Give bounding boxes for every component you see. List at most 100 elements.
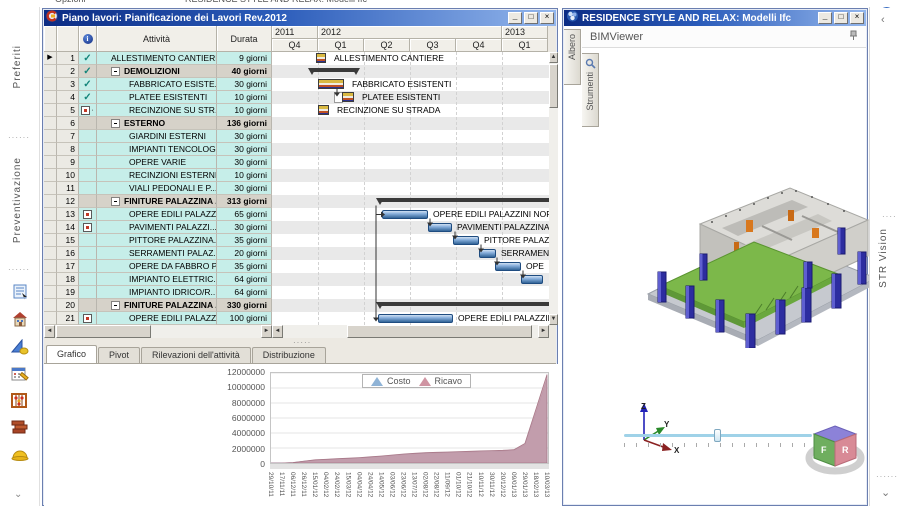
- table-row[interactable]: 13 OPERE EDILI PALAZZ... 65 giorni: [44, 208, 272, 221]
- tab-distribuzione[interactable]: Distribuzione: [251, 347, 326, 363]
- bim-3d-model[interactable]: [642, 176, 884, 348]
- row-selector[interactable]: [44, 234, 57, 247]
- collapse-icon[interactable]: [111, 118, 120, 128]
- gantt-task-bar[interactable]: [495, 262, 521, 271]
- activity-name-cell[interactable]: FABBRICATO ESISTE...: [97, 78, 217, 91]
- row-selector[interactable]: [44, 143, 57, 156]
- activity-name-cell[interactable]: PAVIMENTI PALAZZI...: [97, 221, 217, 234]
- menu-opzioni[interactable]: Opzioni: [55, 0, 86, 4]
- table-row[interactable]: 12 FINITURE PALAZZINA ... 313 giorni: [44, 195, 272, 208]
- table-row[interactable]: 8 IMPIANTI TENCOLOG... 30 giorni: [44, 143, 272, 156]
- table-row[interactable]: 18 IMPIANTO ELETTRIC... 64 giorni: [44, 273, 272, 286]
- activity-name-cell[interactable]: FINITURE PALAZZINA ...: [97, 299, 217, 312]
- table-row[interactable]: 5 · RECINZIONE SU STR... 10 giorni: [44, 104, 272, 117]
- table-row[interactable]: 15 PITTORE PALAZZINA... 35 giorni: [44, 234, 272, 247]
- row-selector[interactable]: [44, 78, 57, 91]
- row-selector[interactable]: [44, 65, 57, 78]
- maximize-button[interactable]: □: [524, 12, 538, 24]
- table-row[interactable]: 14 PAVIMENTI PALAZZI... 30 giorni: [44, 221, 272, 234]
- activity-name-cell[interactable]: IMPIANTO IDRICO/R...: [97, 286, 217, 299]
- activity-name-cell[interactable]: ESTERNO: [97, 117, 217, 130]
- gantt-summary-bar[interactable]: [380, 198, 549, 202]
- scroll-left-icon[interactable]: ◄: [44, 325, 55, 338]
- tab-pivot[interactable]: Pivot: [98, 347, 141, 363]
- row-selector[interactable]: [44, 260, 57, 273]
- chevron-left-icon[interactable]: ‹: [881, 14, 885, 26]
- collapse-icon[interactable]: [111, 196, 120, 206]
- row-selector[interactable]: [44, 273, 57, 286]
- chevron-down-icon[interactable]: ⌄: [14, 489, 22, 500]
- row-selector[interactable]: [44, 117, 57, 130]
- bim-viewport[interactable]: Strumenti Z Y X F R: [582, 48, 878, 504]
- scroll-up-icon[interactable]: ▲: [549, 52, 558, 63]
- collapse-icon[interactable]: [111, 300, 120, 310]
- row-selector[interactable]: [44, 91, 57, 104]
- activity-name-cell[interactable]: OPERE VARIE: [97, 156, 217, 169]
- navigation-cube[interactable]: F R: [804, 420, 866, 478]
- activity-name-cell[interactable]: PLATEE ESISTENTI: [97, 91, 217, 104]
- pin-icon[interactable]: [849, 28, 858, 46]
- table-row[interactable]: 6 ESTERNO 136 giorni: [44, 117, 272, 130]
- row-selector[interactable]: [44, 221, 57, 234]
- scroll-down-icon[interactable]: ▼: [549, 314, 558, 325]
- activity-name-cell[interactable]: OPERE EDILI PALAZZ...: [97, 312, 217, 325]
- gantt-task-bar[interactable]: [453, 236, 479, 245]
- gantt-task-bar[interactable]: [382, 210, 428, 219]
- maximize-button[interactable]: □: [834, 12, 848, 24]
- gantt-vertical-scrollbar[interactable]: ▲ ▼: [549, 52, 558, 325]
- scroll-left-icon[interactable]: ◄: [272, 325, 283, 338]
- section-slider[interactable]: [624, 429, 812, 447]
- gantt-task-bar[interactable]: [428, 223, 452, 232]
- table-row[interactable]: 11 VIALI PEDONALI E P... 30 giorni: [44, 182, 272, 195]
- sidebar-splitter-dots2[interactable]: ······: [8, 265, 30, 274]
- activity-name-cell[interactable]: RECINZIONI ESTERNE: [97, 169, 217, 182]
- grid-hscroll-thumb[interactable]: [56, 325, 151, 338]
- activity-name-cell[interactable]: ALLESTIMENTO CANTIERE: [97, 52, 217, 65]
- row-selector[interactable]: [44, 156, 57, 169]
- gantt-summary-bar[interactable]: [380, 302, 549, 306]
- gantt-milestone-bar[interactable]: [316, 53, 326, 63]
- gantt-milestone-bar[interactable]: [318, 105, 329, 115]
- calendar-icon[interactable]: [0, 360, 40, 387]
- table-row[interactable]: 4 ✓ PLATEE ESISTENTI 10 giorni: [44, 91, 272, 104]
- info-column-header[interactable]: i: [79, 26, 97, 52]
- table-row[interactable]: 10 RECINZIONI ESTERNE 10 giorni: [44, 169, 272, 182]
- gantt-task-bar[interactable]: [521, 275, 543, 284]
- activity-name-cell[interactable]: RECINZIONE SU STR...: [97, 104, 217, 117]
- row-selector[interactable]: [44, 104, 57, 117]
- row-selector[interactable]: [44, 208, 57, 221]
- table-row[interactable]: 21 OPERE EDILI PALAZZ... 100 giorni: [44, 312, 272, 325]
- close-button[interactable]: ×: [850, 12, 864, 24]
- row-selector[interactable]: [44, 299, 57, 312]
- activity-name-cell[interactable]: FINITURE PALAZZINA ...: [97, 195, 217, 208]
- vscroll-thumb[interactable]: [549, 64, 558, 108]
- gantt-horizontal-scrollbar[interactable]: ◄ ►: [272, 325, 549, 338]
- activity-name-cell[interactable]: OPERE EDILI PALAZZ...: [97, 208, 217, 221]
- sidebar-item-str-vision[interactable]: STR Vision: [878, 228, 889, 288]
- row-selector[interactable]: [44, 182, 57, 195]
- table-row[interactable]: 20 FINITURE PALAZZINA ... 330 giorni: [44, 299, 272, 312]
- row-selector[interactable]: [44, 286, 57, 299]
- table-row[interactable]: 9 OPERE VARIE 30 giorni: [44, 156, 272, 169]
- row-selector[interactable]: [44, 312, 57, 325]
- tab-grafico[interactable]: Grafico: [46, 345, 98, 363]
- activity-name-cell[interactable]: VIALI PEDONALI E P...: [97, 182, 217, 195]
- table-row[interactable]: 17 OPERE DA FABBRO P... 35 giorni: [44, 260, 272, 273]
- tab-rilevazioni-dell-attivit-[interactable]: Rilevazioni dell'attività: [141, 347, 251, 363]
- abacus-icon[interactable]: [0, 387, 40, 414]
- row-selector[interactable]: [44, 247, 57, 260]
- gantt-hscroll-thumb[interactable]: [347, 325, 532, 338]
- gantt-task-bar[interactable]: [378, 314, 453, 323]
- table-row[interactable]: 7 GIARDINI ESTERNI 30 giorni: [44, 130, 272, 143]
- table-row[interactable]: 16 SERRAMENTI PALAZ... 20 giorni: [44, 247, 272, 260]
- gantt-summary-bar[interactable]: [312, 68, 356, 72]
- gantt-milestone-bar[interactable]: [318, 79, 344, 89]
- sidebar-item-preventivazione[interactable]: Preventivazione: [12, 157, 23, 243]
- setsquare-icon[interactable]: [0, 333, 40, 360]
- duration-column-header[interactable]: Durata: [217, 26, 272, 52]
- slider-thumb[interactable]: [714, 429, 721, 442]
- chevron-down-icon[interactable]: ⌄: [881, 486, 890, 499]
- table-row[interactable]: 19 IMPIANTO IDRICO/R... 64 giorni: [44, 286, 272, 299]
- close-button[interactable]: ×: [540, 12, 554, 24]
- row-selector[interactable]: [44, 195, 57, 208]
